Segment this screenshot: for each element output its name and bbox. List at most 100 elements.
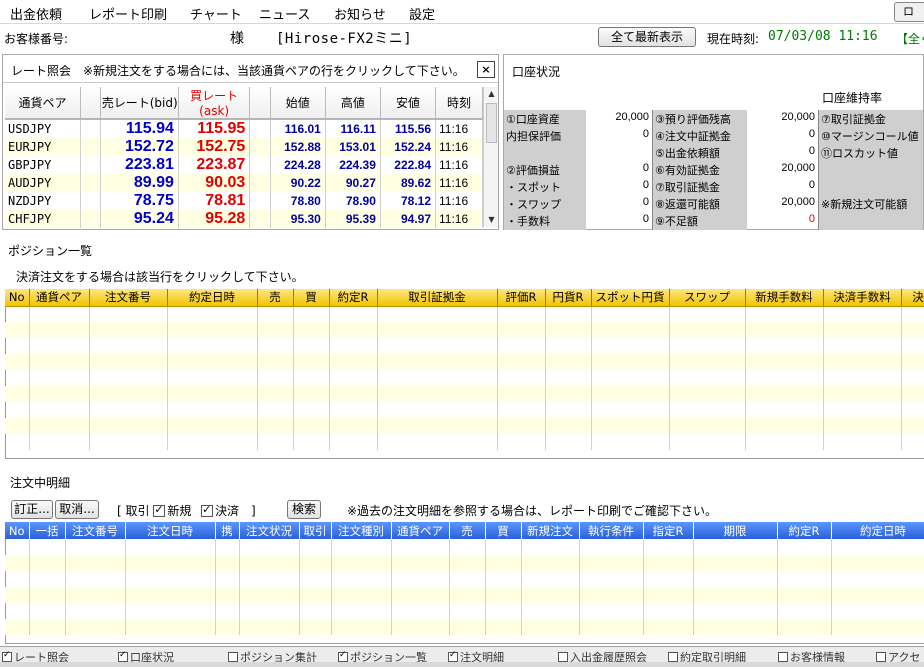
pos-col-eval-rate[interactable]: 評価R [497,289,546,307]
pos-col-swap[interactable]: スワップ [669,289,746,307]
cancel-order-button[interactable]: 取消... [55,500,99,519]
rate-row-usdjpy[interactable]: USDJPY 115.94 115.95 116.01 116.11 115.5… [5,119,483,138]
pos-col-pair[interactable]: 通貨ペア [29,289,90,307]
rate-row-chfjpy[interactable]: CHFJPY 95.24 95.28 95.30 95.39 94.97 11:… [5,210,483,228]
pos-col-spot-yen[interactable]: スポット円貨 [591,289,670,307]
empty-grid-row[interactable] [5,354,924,370]
pos-col-order-no[interactable]: 注文番号 [89,289,168,307]
pos-col-yen-rate[interactable]: 円貨R [545,289,592,307]
empty-grid-row[interactable] [5,338,924,354]
ord-col-sell[interactable]: 売 [449,522,486,539]
empty-grid-row[interactable] [5,418,924,434]
col-header-pair[interactable]: 通貨ペア [5,87,81,120]
col-header-open[interactable]: 始値 [270,87,326,120]
menu-notices[interactable]: お知らせ [334,4,386,23]
rate-row-nzdjpy[interactable]: NZDJPY 78.75 78.81 78.80 78.90 78.12 11:… [5,192,483,210]
ord-col-new-order[interactable]: 新規注文 [521,522,580,539]
empty-grid-row[interactable] [5,434,924,450]
col-header-bid[interactable]: 売レート(bid) [100,87,179,120]
ord-col-exec-rate[interactable]: 約定R [777,522,832,539]
pos-col-no[interactable]: No [5,289,30,307]
grid-cell [299,555,332,571]
ord-col-exec-cond[interactable]: 執行条件 [579,522,644,539]
empty-grid-row[interactable] [5,402,924,418]
scroll-down-icon[interactable]: ▼ [484,213,499,227]
toggle-access-checkbox[interactable] [876,652,886,662]
pos-col-margin[interactable]: 取引証拠金 [377,289,498,307]
ord-col-buy[interactable]: 買 [485,522,522,539]
pos-col-sell[interactable]: 売 [257,289,294,307]
toggle-exec-detail-checkbox[interactable] [668,652,678,662]
close-icon[interactable]: × [477,61,495,78]
scroll-up-icon[interactable]: ▲ [484,87,499,101]
toggle-position-summary-checkbox[interactable] [228,652,238,662]
filter-new-checkbox[interactable] [153,503,166,517]
filter-settle-checkbox[interactable] [201,503,214,517]
ord-col-order-date[interactable]: 注文日時 [125,522,216,539]
search-button[interactable]: 検索 [287,500,321,519]
pos-col-new-fee[interactable]: 新規手数料 [745,289,824,307]
ord-col-bulk[interactable]: 一括 [29,522,66,539]
pos-col-exec-date[interactable]: 約定日時 [167,289,258,307]
empty-grid-row[interactable] [5,322,924,338]
col-header-high[interactable]: 高値 [325,87,381,120]
menu-settings[interactable]: 設定 [409,4,435,23]
rate-ask[interactable]: 152.75 [178,138,251,156]
empty-grid-row[interactable] [5,306,924,322]
rate-ask[interactable]: 115.95 [178,119,251,138]
pos-col-settle-fee[interactable]: 決済手数料 [823,289,902,307]
toggle-position-list-checkbox[interactable] [338,650,348,662]
pos-col-buy[interactable]: 買 [293,289,330,307]
rate-row-audjpy[interactable]: AUDJPY 89.99 90.03 90.22 90.27 89.62 11:… [5,174,483,192]
ord-col-spec-rate[interactable]: 指定R [643,522,694,539]
ord-col-exec-date[interactable]: 約定日時 [831,522,924,539]
empty-grid-row[interactable] [5,619,924,635]
empty-grid-row[interactable] [5,587,924,603]
pos-col-settle[interactable]: 決 [901,289,924,307]
scroll-thumb[interactable] [486,103,497,143]
logout-button[interactable]: ロ [894,2,924,22]
toggle-account-checkbox[interactable] [118,650,128,662]
rate-ask[interactable]: 90.03 [178,174,251,192]
empty-grid-row[interactable] [5,539,924,555]
ord-col-trade[interactable]: 取引 [299,522,332,539]
ord-col-type[interactable]: 注文種別 [331,522,392,539]
rate-row-gbpjpy[interactable]: GBPJPY 223.81 223.87 224.28 224.39 222.8… [5,156,483,174]
pos-col-exec-rate[interactable]: 約定R [329,289,378,307]
ord-col-no[interactable]: No [5,522,30,539]
toggle-deposit-history-checkbox[interactable] [558,652,568,662]
rate-row-eurjpy[interactable]: EURJPY 152.72 152.75 152.88 153.01 152.2… [5,138,483,156]
rate-scrollbar[interactable]: ▲ ▼ [483,87,498,227]
empty-grid-row[interactable] [5,386,924,402]
rate-ask[interactable]: 223.87 [178,156,251,174]
col-header-ask[interactable]: 買レート(ask) [178,87,251,120]
toggle-rate-checkbox[interactable] [2,650,12,662]
rate-bid[interactable]: 78.75 [100,192,179,210]
menu-news[interactable]: ニュース [259,4,310,23]
edit-order-button[interactable]: 訂正... [11,500,53,519]
menu-chart[interactable]: チャート [190,4,242,23]
rate-ask[interactable]: 78.81 [178,192,251,210]
empty-grid-row[interactable] [5,603,924,619]
empty-grid-row[interactable] [5,555,924,571]
ord-col-order-no[interactable]: 注文番号 [65,522,126,539]
rate-bid[interactable]: 152.72 [100,138,179,156]
col-header-low[interactable]: 安値 [380,87,437,120]
rate-bid[interactable]: 89.99 [100,174,179,192]
menu-withdraw[interactable]: 出金依頼 [10,4,62,23]
rate-bid[interactable]: 115.94 [100,119,179,138]
rate-bid[interactable]: 95.24 [100,210,179,228]
ord-col-link[interactable]: 携 [215,522,240,539]
col-header-time[interactable]: 時刻 [435,87,483,120]
empty-grid-row[interactable] [5,370,924,386]
rate-bid[interactable]: 223.81 [100,156,179,174]
refresh-all-button[interactable]: 全て最新表示 [598,27,696,47]
ord-col-status[interactable]: 注文状況 [239,522,300,539]
empty-grid-row[interactable] [5,571,924,587]
ord-col-expiry[interactable]: 期限 [693,522,778,539]
toggle-customer-info-checkbox[interactable] [778,652,788,662]
rate-ask[interactable]: 95.28 [178,210,251,228]
toggle-order-detail-checkbox[interactable] [448,650,458,662]
menu-report-print[interactable]: レポート印刷 [89,4,167,23]
ord-col-pair[interactable]: 通貨ペア [391,522,450,539]
